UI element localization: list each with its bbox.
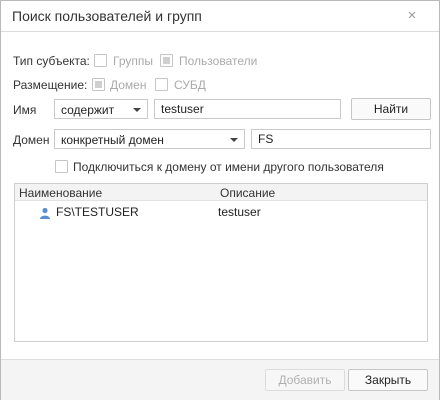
dbms-checkbox-label: СУБД [174, 78, 206, 92]
column-header-description[interactable]: Описание [220, 186, 275, 200]
dbms-checkbox[interactable] [155, 78, 168, 91]
connect-other-user-label: Подключиться к домену от имени другого п… [73, 160, 384, 174]
domain-mode-value: конкретный домен [61, 133, 164, 147]
row-name: FS\TESTUSER [56, 205, 139, 219]
search-users-groups-dialog: Поиск пользователей и групп × Тип субъек… [0, 0, 440, 400]
placement-label: Размещение: [13, 78, 88, 92]
domain-label: Домен [13, 133, 50, 147]
connect-other-user-checkbox[interactable] [55, 160, 68, 173]
subject-type-label: Тип субъекта: [13, 54, 90, 68]
domain-checkbox-label: Домен [110, 78, 147, 92]
groups-checkbox[interactable] [94, 54, 107, 67]
dialog-titlebar: Поиск пользователей и групп × [1, 1, 439, 32]
chevron-down-icon [230, 138, 238, 142]
domain-input[interactable] [251, 129, 431, 149]
dialog-title: Поиск пользователей и групп [12, 8, 202, 24]
close-button[interactable]: Закрыть [348, 369, 428, 391]
groups-label: Группы [113, 54, 153, 68]
name-condition-value: содержит [61, 103, 115, 117]
row-description: testuser [218, 205, 261, 219]
user-icon [40, 207, 50, 219]
users-label: Пользователи [179, 54, 258, 68]
table-row[interactable]: FS\TESTUSER testuser [15, 203, 427, 221]
name-condition-select[interactable]: содержит [54, 99, 148, 119]
add-button[interactable]: Добавить [265, 369, 345, 391]
column-header-name[interactable]: Наименование [19, 186, 102, 200]
chevron-down-icon [133, 108, 141, 112]
table-header: Наименование Описание [15, 184, 427, 201]
find-button[interactable]: Найти [351, 98, 431, 120]
domain-mode-select[interactable]: конкретный домен [54, 129, 245, 149]
results-table: Наименование Описание FS\TESTUSER testus… [14, 183, 428, 342]
domain-checkbox[interactable] [92, 78, 105, 91]
dialog-footer: Добавить Закрыть [1, 359, 439, 400]
name-label: Имя [13, 103, 37, 117]
users-checkbox[interactable] [160, 54, 173, 67]
close-icon[interactable]: × [403, 7, 421, 25]
name-search-input[interactable] [154, 99, 341, 119]
